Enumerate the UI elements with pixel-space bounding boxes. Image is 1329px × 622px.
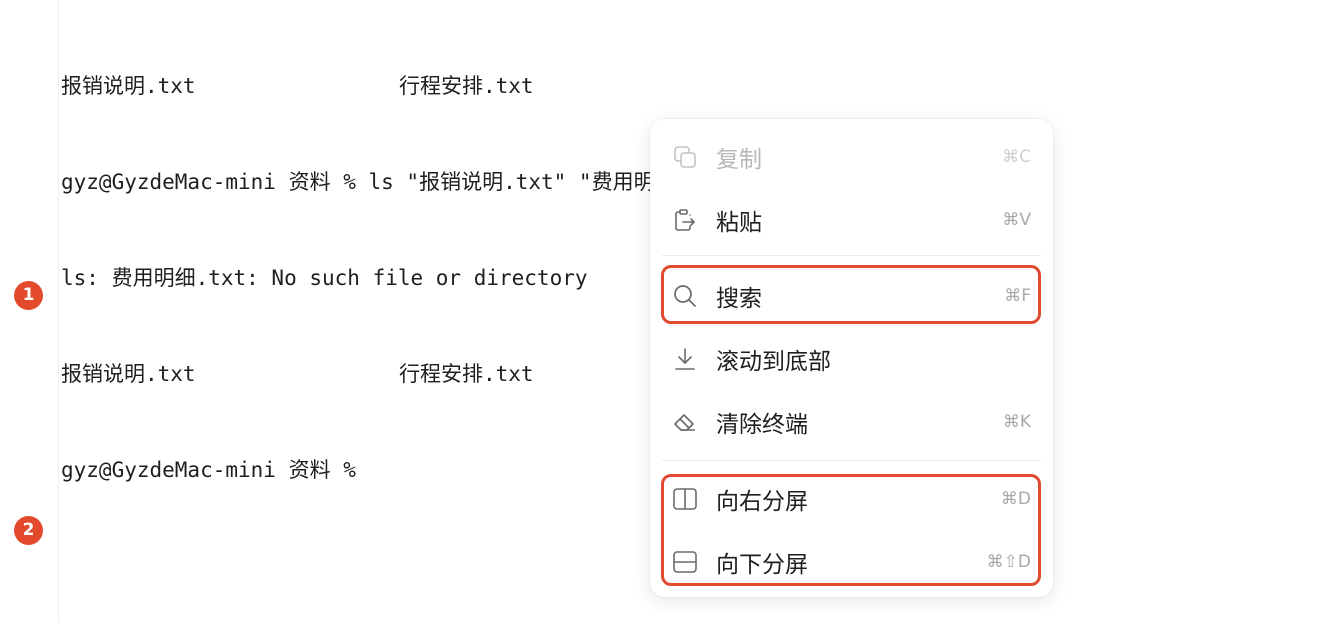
menu-item-label: 粘贴 <box>716 210 762 236</box>
menu-separator <box>662 255 1041 256</box>
menu-item-shortcut: ⌘C <box>1002 147 1031 167</box>
terminal-file-name: 报销说明.txt <box>61 362 196 386</box>
paste-icon <box>672 207 698 233</box>
annotation-marker-2: 2 <box>14 516 43 545</box>
annotation-marker-1: 1 <box>14 281 43 310</box>
terminal-line: 报销说明.txt 行程安排.txt <box>61 70 1329 102</box>
terminal-file-name: 行程安排.txt <box>399 74 534 98</box>
menu-item-scroll-to-bottom[interactable]: 滚动到底部 <box>662 335 1041 383</box>
menu-item-clear-terminal[interactable]: 清除终端 ⌘K <box>662 398 1041 446</box>
terminal-file-name: 行程安排.txt <box>399 362 534 386</box>
eraser-icon <box>672 409 698 435</box>
menu-item-copy[interactable]: 复制 ⌘C <box>662 133 1041 181</box>
menu-item-label: 清除终端 <box>716 412 808 438</box>
copy-icon <box>672 144 698 170</box>
menu-item-shortcut: ⌘V <box>1002 210 1031 230</box>
highlight-box-search <box>661 265 1041 324</box>
menu-item-shortcut: ⌘K <box>1002 412 1031 432</box>
menu-item-label: 复制 <box>716 147 762 173</box>
terminal-file-name: 报销说明.txt <box>61 74 196 98</box>
gutter-divider <box>58 0 59 622</box>
arrow-down-icon <box>672 346 698 372</box>
menu-separator <box>662 460 1041 461</box>
menu-item-paste[interactable]: 粘贴 ⌘V <box>662 196 1041 244</box>
menu-item-label: 滚动到底部 <box>716 349 831 375</box>
highlight-box-split <box>661 474 1041 586</box>
